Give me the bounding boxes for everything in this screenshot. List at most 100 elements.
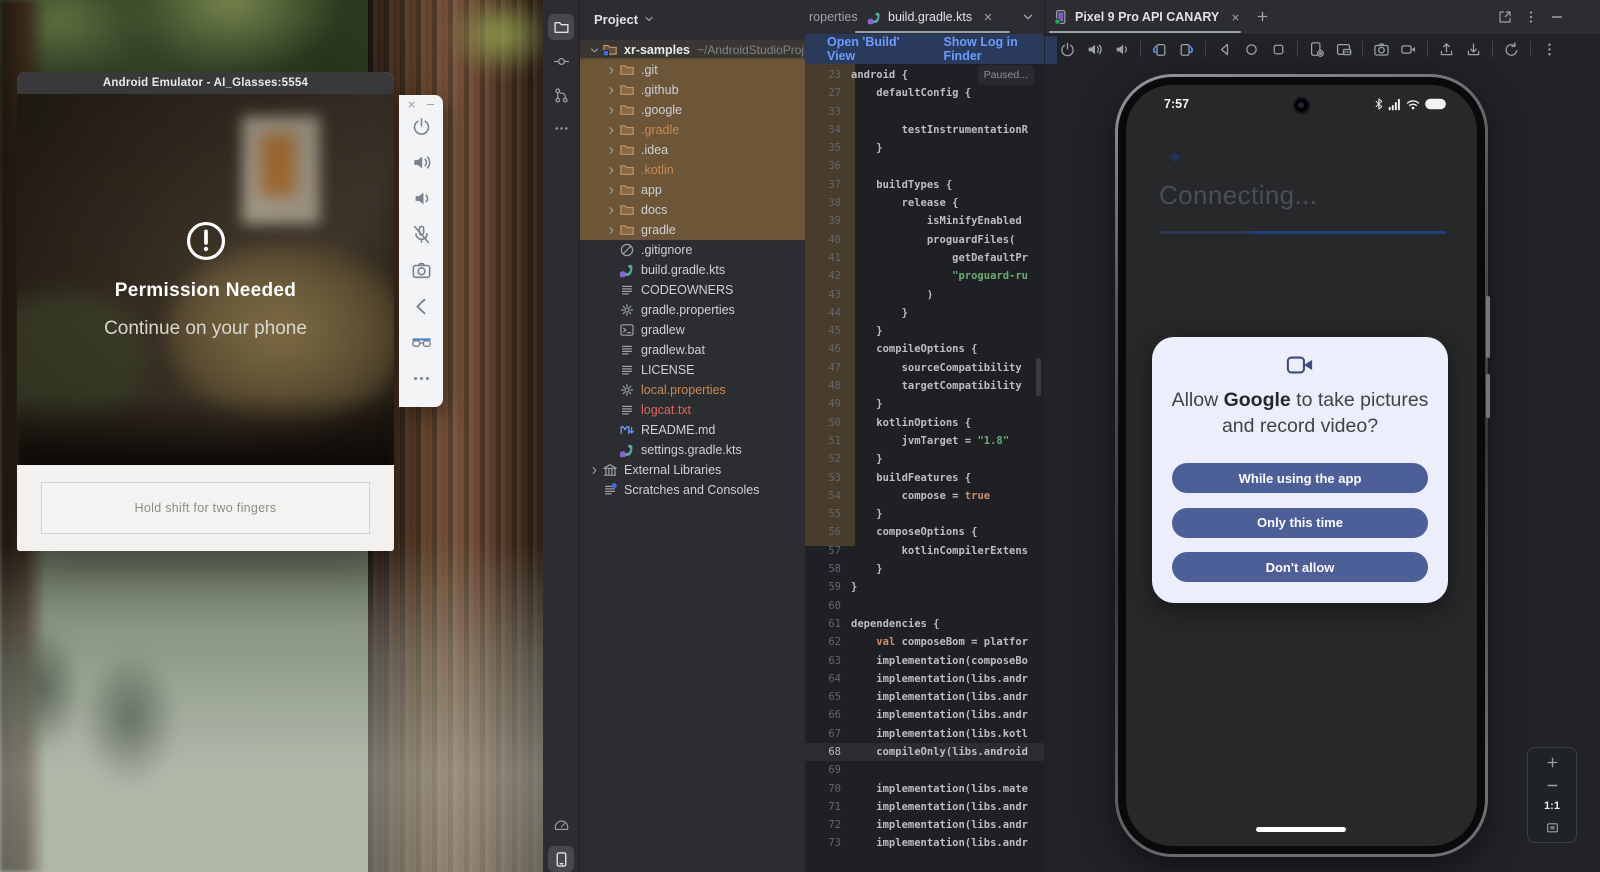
code-line-61[interactable]: 61dependencies { — [805, 615, 1044, 633]
tab-gradle-properties[interactable]: roperties — [809, 0, 858, 34]
restart-button[interactable] — [1503, 41, 1520, 58]
phone-settings-button[interactable] — [1308, 41, 1325, 58]
permission-button-2[interactable]: Don't allow — [1172, 552, 1428, 582]
chevron-right-icon[interactable] — [603, 202, 619, 218]
tree-item-local.properties[interactable]: local.properties — [580, 380, 805, 400]
tool-more-tools-button[interactable] — [548, 115, 574, 141]
code-line-33[interactable]: 33 — [805, 103, 1044, 121]
power-button[interactable] — [1059, 41, 1076, 58]
code-line-47[interactable]: 47 sourceCompatibility — [805, 359, 1044, 377]
tree-item-External Libraries[interactable]: External Libraries — [580, 460, 805, 480]
code-line-66[interactable]: 66 implementation(libs.andr — [805, 706, 1044, 724]
zoom-ratio-button[interactable]: 1:1 — [1544, 800, 1560, 812]
chevron-right-icon[interactable] — [586, 462, 602, 478]
code-line-72[interactable]: 72 implementation(libs.andr — [805, 816, 1044, 834]
volume-up-button[interactable] — [1086, 41, 1103, 58]
tree-item-.idea[interactable]: .idea — [580, 140, 805, 160]
tree-item-xr-samples[interactable]: xr-samples~/AndroidStudioProj — [580, 40, 805, 60]
show-log-in-finder-link[interactable]: Show Log in Finder — [943, 35, 1044, 63]
emulator-title-bar[interactable]: Android Emulator - AI_Glasses:5554 — [17, 72, 394, 94]
close-icon[interactable] — [1230, 12, 1241, 23]
chevron-right-icon[interactable] — [603, 222, 619, 238]
code-line-67[interactable]: 67 implementation(libs.kotl — [805, 725, 1044, 743]
chevron-down-icon[interactable] — [1020, 9, 1036, 25]
close-icon[interactable] — [406, 99, 417, 110]
project-panel-header[interactable]: Project — [594, 8, 656, 30]
tree-item-.google[interactable]: .google — [580, 100, 805, 120]
tab-build-gradle-kts[interactable]: build.gradle.kts — [857, 0, 1004, 34]
home-button[interactable] — [1243, 41, 1260, 58]
code-line-54[interactable]: 54 compose = true — [805, 487, 1044, 505]
code-line-71[interactable]: 71 implementation(libs.andr — [805, 798, 1044, 816]
code-line-59[interactable]: 59} — [805, 578, 1044, 596]
tree-item-logcat.txt[interactable]: logcat.txt — [580, 400, 805, 420]
code-line-35[interactable]: 35 } — [805, 139, 1044, 157]
open-build-view-link[interactable]: Open 'Build' View — [827, 35, 917, 63]
record-button[interactable] — [1400, 41, 1417, 58]
overview-button[interactable] — [1270, 41, 1287, 58]
zoom-out-button[interactable] — [1545, 778, 1560, 793]
code-line-23[interactable]: 23android {Paused... — [805, 66, 1044, 84]
tree-item-docs[interactable]: docs — [580, 200, 805, 220]
open-in-window-icon[interactable] — [1497, 9, 1513, 25]
code-line-38[interactable]: 38 release { — [805, 194, 1044, 212]
tree-item-.kotlin[interactable]: .kotlin — [580, 160, 805, 180]
glasses-icon[interactable] — [411, 332, 432, 353]
chevron-right-icon[interactable] — [603, 82, 619, 98]
volume-down-icon[interactable] — [411, 188, 432, 209]
code-line-58[interactable]: 58 } — [805, 560, 1044, 578]
code-line-34[interactable]: 34 testInstrumentationR — [805, 121, 1044, 139]
download-button[interactable] — [1465, 41, 1482, 58]
code-line-41[interactable]: 41 getDefaultPr — [805, 249, 1044, 267]
code-line-55[interactable]: 55 } — [805, 505, 1044, 523]
chevron-right-icon[interactable] — [603, 182, 619, 198]
code-line-45[interactable]: 45 } — [805, 322, 1044, 340]
tree-item-.gradle[interactable]: .gradle — [580, 120, 805, 140]
tool-running-devices-button[interactable] — [548, 846, 574, 872]
close-icon[interactable] — [982, 11, 994, 23]
code-line-68[interactable]: 68 compileOnly(libs.android — [805, 743, 1044, 761]
code-line-46[interactable]: 46 compileOptions { — [805, 340, 1044, 358]
back-tri-button[interactable] — [1216, 41, 1233, 58]
plus-icon[interactable] — [1255, 9, 1270, 24]
code-line-73[interactable]: 73 implementation(libs.andr — [805, 834, 1044, 852]
volume-down-button[interactable] — [1113, 41, 1130, 58]
kebab-menu-icon[interactable] — [1523, 9, 1539, 25]
code-line-40[interactable]: 40 proguardFiles( — [805, 231, 1044, 249]
upload-button[interactable] — [1438, 41, 1455, 58]
power-icon[interactable] — [411, 116, 432, 137]
tree-item-gradle[interactable]: gradle — [580, 220, 805, 240]
volume-up-icon[interactable] — [411, 152, 432, 173]
tree-item-.gitignore[interactable]: .gitignore — [580, 240, 805, 260]
mic-off-icon[interactable] — [411, 224, 432, 245]
tree-item-gradle.properties[interactable]: gradle.properties — [580, 300, 805, 320]
tree-item-README.md[interactable]: README.md — [580, 420, 805, 440]
code-line-53[interactable]: 53 buildFeatures { — [805, 469, 1044, 487]
code-line-56[interactable]: 56 composeOptions { — [805, 523, 1044, 541]
tree-item-.github[interactable]: .github — [580, 80, 805, 100]
back-icon[interactable] — [411, 296, 432, 317]
zoom-fit-button[interactable] — [1545, 820, 1560, 835]
zoom-in-button[interactable] — [1545, 755, 1560, 770]
code-line-48[interactable]: 48 targetCompatibility — [805, 377, 1044, 395]
code-line-42[interactable]: 42 "proguard-ru — [805, 267, 1044, 285]
code-line-51[interactable]: 51 jvmTarget = "1.8" — [805, 432, 1044, 450]
tool-version-control-button[interactable] — [548, 82, 574, 108]
minimize-icon[interactable] — [425, 99, 436, 110]
tree-item-Scratches and Consoles[interactable]: Scratches and Consoles — [580, 480, 805, 500]
gesture-bar[interactable] — [1256, 827, 1346, 832]
permission-button-0[interactable]: While using the app — [1172, 463, 1428, 493]
chevron-right-icon[interactable] — [603, 122, 619, 138]
code-line-65[interactable]: 65 implementation(libs.andr — [805, 688, 1044, 706]
tree-item-CODEOWNERS[interactable]: CODEOWNERS — [580, 280, 805, 300]
editor-scrollbar[interactable] — [1036, 358, 1041, 396]
code-line-52[interactable]: 52 } — [805, 450, 1044, 468]
code-line-50[interactable]: 50 kotlinOptions { — [805, 414, 1044, 432]
code-line-39[interactable]: 39 isMinifyEnabled — [805, 212, 1044, 230]
tree-item-build.gradle.kts[interactable]: build.gradle.kts — [580, 260, 805, 280]
tool-project-button[interactable] — [548, 14, 574, 40]
code-line-70[interactable]: 70 implementation(libs.mate — [805, 780, 1044, 798]
rotate-right-button[interactable] — [1178, 41, 1195, 58]
code-line-64[interactable]: 64 implementation(libs.andr — [805, 670, 1044, 688]
chevron-down-icon[interactable] — [586, 42, 602, 58]
